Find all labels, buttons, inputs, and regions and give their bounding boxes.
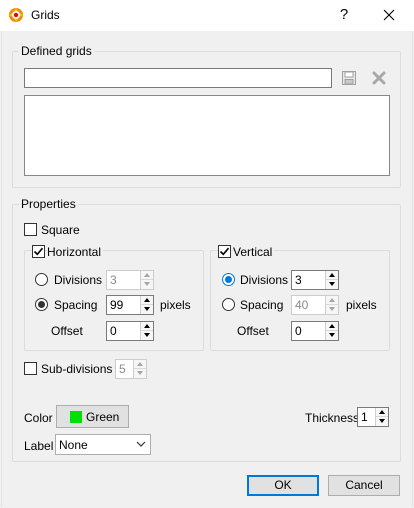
spin-down-icon[interactable] [326, 280, 338, 289]
close-button[interactable] [374, 4, 404, 26]
horizontal-divisions-radio[interactable] [35, 273, 48, 286]
vertical-offset-label: Offset [237, 324, 269, 338]
vertical-checkbox[interactable] [218, 245, 231, 258]
delete-x-icon[interactable] [371, 70, 387, 86]
color-button-label: Green [86, 410, 120, 424]
horizontal-spacing-label[interactable]: Spacing [54, 298, 97, 312]
spin-up-icon[interactable] [376, 408, 388, 417]
vertical-pixels-label: pixels [346, 298, 377, 312]
thickness-label: Thickness [305, 411, 360, 425]
vertical-offset-stepper[interactable]: 0 [291, 321, 339, 341]
checkmark-icon [33, 247, 44, 256]
window-title: Grids [31, 8, 60, 22]
cancel-button[interactable]: Cancel [328, 475, 400, 496]
ok-button[interactable]: OK [247, 475, 319, 496]
title-bar: Grids ? [0, 0, 414, 31]
spin-up-icon [141, 271, 153, 280]
grid-name-input[interactable] [24, 68, 332, 88]
label-dropdown-value: None [59, 438, 88, 452]
spin-down-icon[interactable] [141, 305, 153, 314]
save-icon[interactable] [341, 70, 357, 86]
vertical-spacing-stepper: 40 [291, 295, 339, 315]
subdivisions-label[interactable]: Sub-divisions [41, 362, 112, 376]
horizontal-spacing-radio[interactable] [35, 298, 48, 311]
horizontal-divisions-stepper: 3 [106, 270, 154, 290]
subdivisions-checkbox[interactable] [24, 362, 37, 375]
vertical-label[interactable]: Vertical [233, 245, 275, 259]
vertical-divisions-radio[interactable] [222, 273, 235, 286]
horizontal-divisions-label[interactable]: Divisions [54, 273, 102, 287]
square-checkbox[interactable] [24, 223, 37, 236]
chevron-down-icon [136, 441, 146, 447]
spin-up-icon[interactable] [326, 322, 338, 331]
spin-up-icon [134, 360, 146, 369]
horizontal-pixels-label: pixels [160, 298, 191, 312]
spin-up-icon[interactable] [141, 322, 153, 331]
color-swatch [70, 411, 82, 423]
vertical-divisions-label[interactable]: Divisions [240, 273, 288, 287]
properties-title: Properties [19, 197, 78, 211]
spin-down-icon[interactable] [376, 417, 388, 426]
vertical-divisions-stepper[interactable]: 3 [291, 270, 339, 290]
defined-grids-title: Defined grids [19, 44, 94, 58]
grid-app-icon [9, 8, 23, 22]
defined-grids-list[interactable] [24, 95, 390, 176]
help-button[interactable]: ? [330, 4, 358, 26]
color-button[interactable]: Green [56, 405, 129, 428]
spin-down-icon [326, 305, 338, 314]
checkmark-icon [219, 247, 230, 256]
horizontal-checkbox[interactable] [32, 245, 45, 258]
spin-up-icon [326, 296, 338, 305]
spin-down-icon[interactable] [141, 331, 153, 340]
spin-down-icon[interactable] [326, 331, 338, 340]
spin-down-icon [134, 369, 146, 378]
vertical-spacing-label[interactable]: Spacing [240, 298, 283, 312]
color-label: Color [24, 411, 53, 425]
thickness-stepper[interactable]: 1 [357, 407, 389, 427]
horizontal-offset-stepper[interactable]: 0 [106, 321, 154, 341]
close-icon [383, 9, 395, 21]
spin-up-icon[interactable] [141, 296, 153, 305]
vertical-spacing-radio[interactable] [222, 298, 235, 311]
label-label: Label [24, 439, 54, 453]
spin-up-icon[interactable] [326, 271, 338, 280]
horizontal-label[interactable]: Horizontal [47, 245, 104, 259]
square-label[interactable]: Square [41, 223, 80, 237]
label-dropdown[interactable]: None [55, 434, 151, 455]
spin-down-icon [141, 280, 153, 289]
horizontal-offset-label: Offset [51, 324, 83, 338]
subdivisions-stepper: 5 [115, 359, 147, 379]
horizontal-spacing-stepper[interactable]: 99 [106, 295, 154, 315]
